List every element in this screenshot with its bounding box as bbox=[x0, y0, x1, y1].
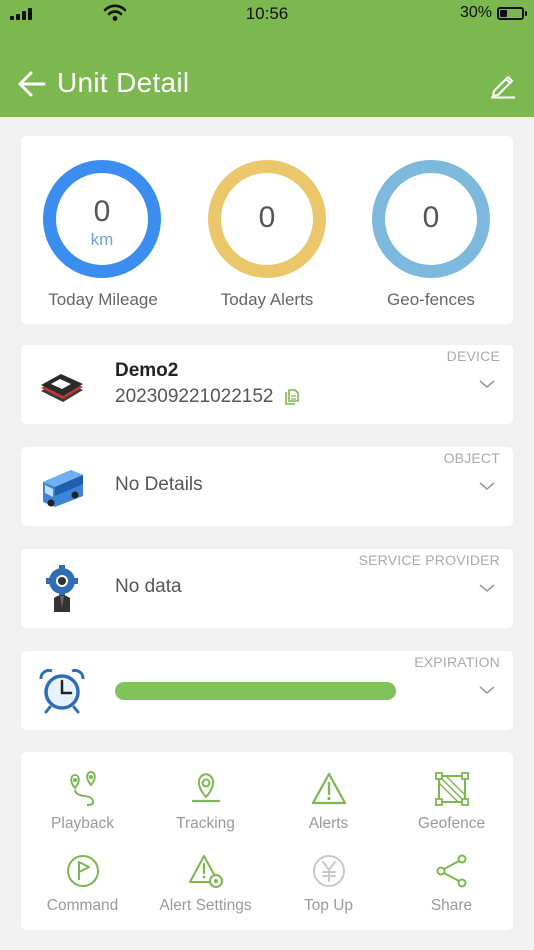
expiration-progress-bar bbox=[115, 682, 396, 700]
share-label: Share bbox=[430, 897, 473, 914]
yen-circle-icon bbox=[312, 855, 345, 887]
playback-icon bbox=[69, 771, 96, 806]
command-button[interactable]: Command bbox=[21, 853, 144, 915]
service-provider-text: No data bbox=[115, 576, 182, 597]
service-provider-icon bbox=[46, 565, 78, 612]
back-arrow-icon[interactable] bbox=[16, 68, 48, 100]
playback-label: Playback bbox=[51, 815, 114, 832]
mileage-value: 0 bbox=[93, 195, 111, 228]
edit-pencil-icon[interactable] bbox=[488, 69, 518, 99]
service-provider-tag: SERVICE PROVIDER bbox=[358, 552, 500, 568]
geofences-value: 0 bbox=[422, 201, 440, 234]
chevron-down-icon[interactable] bbox=[479, 481, 495, 491]
chevron-down-icon[interactable] bbox=[479, 583, 495, 593]
playback-button[interactable]: Playback bbox=[21, 771, 144, 833]
alerts-action-label: Alerts bbox=[308, 815, 349, 832]
device-tag: DEVICE bbox=[446, 348, 500, 364]
tracking-icon bbox=[191, 773, 220, 803]
alert-settings-label: Alert Settings bbox=[159, 897, 252, 914]
tracking-label: Tracking bbox=[176, 815, 235, 832]
tracking-button[interactable]: Tracking bbox=[144, 771, 267, 833]
actions-grid: Playback Tracking Alerts Geofence Comman… bbox=[21, 752, 513, 930]
battery-icon bbox=[497, 7, 527, 20]
share-button[interactable]: Share bbox=[390, 853, 513, 915]
alerts-label: Today Alerts bbox=[220, 290, 314, 309]
command-label: Command bbox=[46, 897, 119, 914]
object-row[interactable]: OBJECT No Details bbox=[21, 447, 513, 526]
geofences-ring: 0 bbox=[372, 160, 490, 278]
mileage-label: Today Mileage bbox=[48, 290, 158, 309]
geofence-label: Geofence bbox=[417, 815, 486, 832]
share-icon bbox=[436, 854, 466, 888]
page-title: Unit Detail bbox=[57, 67, 190, 98]
expiration-tag: EXPIRATION bbox=[414, 654, 500, 670]
service-provider-row[interactable]: SERVICE PROVIDER No data bbox=[21, 549, 513, 628]
alerts-ring: 0 bbox=[208, 160, 326, 278]
stats-card: 0 km Today Mileage 0 Today Alerts 0 Geo-… bbox=[21, 136, 513, 324]
top-up-button[interactable]: Top Up bbox=[267, 853, 390, 915]
battery-percent: 30% bbox=[459, 4, 492, 21]
gps-tracker-device-icon bbox=[41, 374, 83, 402]
chevron-down-icon[interactable] bbox=[479, 685, 495, 695]
alert-settings-button[interactable]: Alert Settings bbox=[144, 853, 267, 915]
device-name: Demo2 bbox=[115, 360, 179, 381]
geofences-label: Geo-fences bbox=[387, 290, 475, 309]
status-time: 10:56 bbox=[245, 4, 289, 23]
expiration-row[interactable]: EXPIRATION bbox=[21, 651, 513, 730]
flag-circle-icon bbox=[66, 855, 99, 887]
mileage-ring: 0 km bbox=[43, 160, 161, 278]
device-row[interactable]: DEVICE Demo2 202309221022152 bbox=[21, 345, 513, 424]
device-id: 202309221022152 bbox=[115, 386, 274, 407]
mileage-unit: km bbox=[90, 230, 114, 249]
geofence-button[interactable]: Geofence bbox=[390, 771, 513, 833]
top-up-label: Top Up bbox=[303, 897, 354, 914]
alert-triangle-icon bbox=[311, 772, 346, 805]
object-text: No Details bbox=[115, 474, 203, 495]
copy-icon[interactable] bbox=[285, 389, 299, 405]
bus-icon bbox=[43, 470, 83, 507]
status-bar: 10:56 30% bbox=[0, 0, 534, 28]
chevron-down-icon[interactable] bbox=[479, 379, 495, 389]
geofence-icon bbox=[434, 772, 469, 806]
alert-settings-icon bbox=[188, 855, 223, 888]
alarm-clock-icon bbox=[39, 668, 85, 714]
app-header: 10:56 30% Unit Detail bbox=[0, 0, 534, 117]
alerts-button[interactable]: Alerts bbox=[267, 771, 390, 833]
object-tag: OBJECT bbox=[443, 450, 500, 466]
alerts-value: 0 bbox=[258, 201, 276, 234]
